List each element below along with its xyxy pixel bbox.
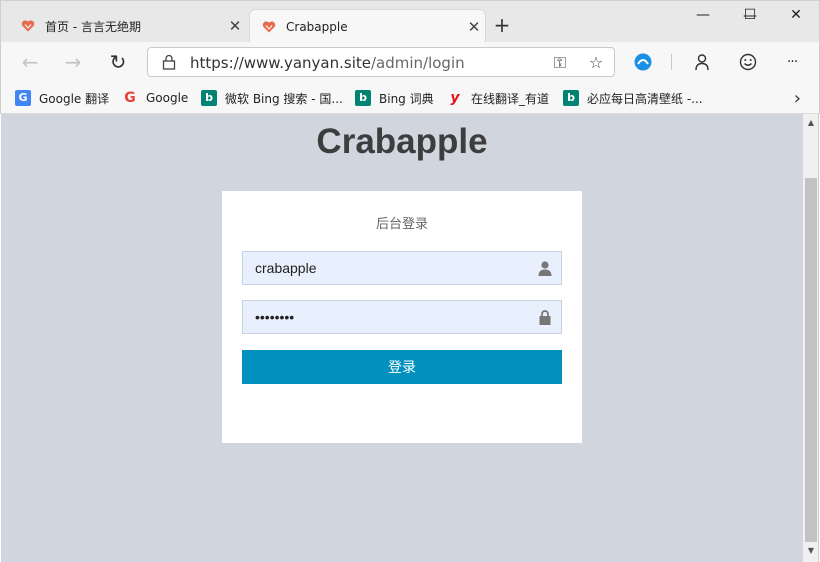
bookmark-label: 必应每日高清壁纸 -...: [587, 91, 703, 106]
login-button[interactable]: 登录: [242, 350, 562, 384]
new-tab-button[interactable]: +: [489, 13, 515, 39]
back-button[interactable]: ←: [16, 48, 44, 76]
scroll-up-arrow-icon[interactable]: ▲: [803, 118, 819, 132]
url-text[interactable]: https://www.yanyan.site/admin/login: [190, 54, 465, 72]
bookmark-bing-search[interactable]: b 微软 Bing 搜索 - 国...: [201, 89, 343, 107]
tab-title: 首页 - 言言无绝期: [45, 19, 141, 34]
window-close-button[interactable]: ✕: [773, 0, 819, 30]
key-icon[interactable]: ⚿: [550, 53, 570, 73]
close-tab-icon[interactable]: ✕: [463, 18, 485, 36]
window-minimize-button[interactable]: —: [680, 0, 726, 30]
bookmark-label: Google: [146, 91, 189, 105]
password-input[interactable]: [243, 301, 523, 333]
toolbar-divider: [671, 54, 672, 70]
forward-button[interactable]: →: [59, 48, 87, 76]
lock-icon: [537, 309, 553, 325]
username-input[interactable]: [243, 252, 523, 284]
scrollbar-thumb[interactable]: [805, 178, 817, 542]
browser-extension-icon[interactable]: [631, 50, 655, 74]
window-maximize-button[interactable]: ☐: [727, 0, 773, 30]
heart-favicon-icon: [21, 19, 35, 33]
close-tab-icon[interactable]: ✕: [224, 17, 246, 35]
bookmarks-overflow-chevron-icon[interactable]: ›: [794, 88, 801, 109]
url-host: https://www.yanyan.site: [190, 54, 371, 72]
bing-icon: b: [563, 90, 579, 106]
heart-favicon-icon: [262, 20, 276, 34]
google-icon: G: [124, 90, 136, 106]
vertical-scrollbar[interactable]: ▲ ▼: [803, 114, 819, 562]
tab-home[interactable]: 首页 - 言言无绝期 ✕: [9, 9, 246, 43]
page-viewport: Crabapple 后台登录 登录: [1, 114, 803, 562]
bookmark-youdao[interactable]: y 在线翻译_有道: [447, 89, 549, 107]
bing-icon: b: [201, 90, 217, 106]
user-icon: [537, 260, 553, 276]
bookmark-label: Bing 词典: [379, 91, 434, 106]
refresh-button[interactable]: ↻: [104, 48, 132, 76]
username-field: [242, 251, 562, 285]
bookmark-google-translate[interactable]: G Google 翻译: [15, 89, 109, 107]
login-card: 后台登录 登录: [222, 191, 582, 443]
address-bar[interactable]: https://www.yanyan.site/admin/login ⚿ ☆: [147, 47, 615, 77]
google-translate-icon: G: [15, 90, 31, 106]
feedback-smiley-icon[interactable]: [736, 50, 760, 74]
lock-icon: [162, 54, 176, 70]
youdao-icon: y: [450, 90, 460, 106]
bookmark-bing-dict[interactable]: b Bing 词典: [355, 89, 434, 107]
url-path: /admin/login: [370, 54, 465, 72]
bookmark-google[interactable]: G Google: [122, 89, 188, 107]
profile-icon[interactable]: [690, 50, 714, 74]
site-brand-title: Crabapple: [316, 122, 488, 161]
bookmark-label: Google 翻译: [39, 91, 110, 106]
browser-toolbar: ← → ↻ https://www.yanyan.site/admin/logi…: [0, 42, 820, 82]
bookmark-label: 在线翻译_有道: [471, 91, 550, 106]
bookmark-label: 微软 Bing 搜索 - 国...: [225, 91, 343, 106]
settings-more-button[interactable]: ···: [780, 50, 804, 74]
bing-icon: b: [355, 90, 371, 106]
bookmark-bing-wallpaper[interactable]: b 必应每日高清壁纸 -...: [563, 89, 703, 107]
password-field: [242, 300, 562, 334]
scroll-down-arrow-icon[interactable]: ▼: [803, 546, 819, 560]
tab-title: Crabapple: [286, 19, 348, 34]
favorite-star-icon[interactable]: ☆: [586, 53, 606, 73]
login-card-title: 后台登录: [375, 217, 428, 232]
bookmarks-bar: G Google 翻译 G Google b 微软 Bing 搜索 - 国...…: [0, 82, 820, 114]
tab-crabapple[interactable]: Crabapple ✕: [249, 9, 486, 43]
